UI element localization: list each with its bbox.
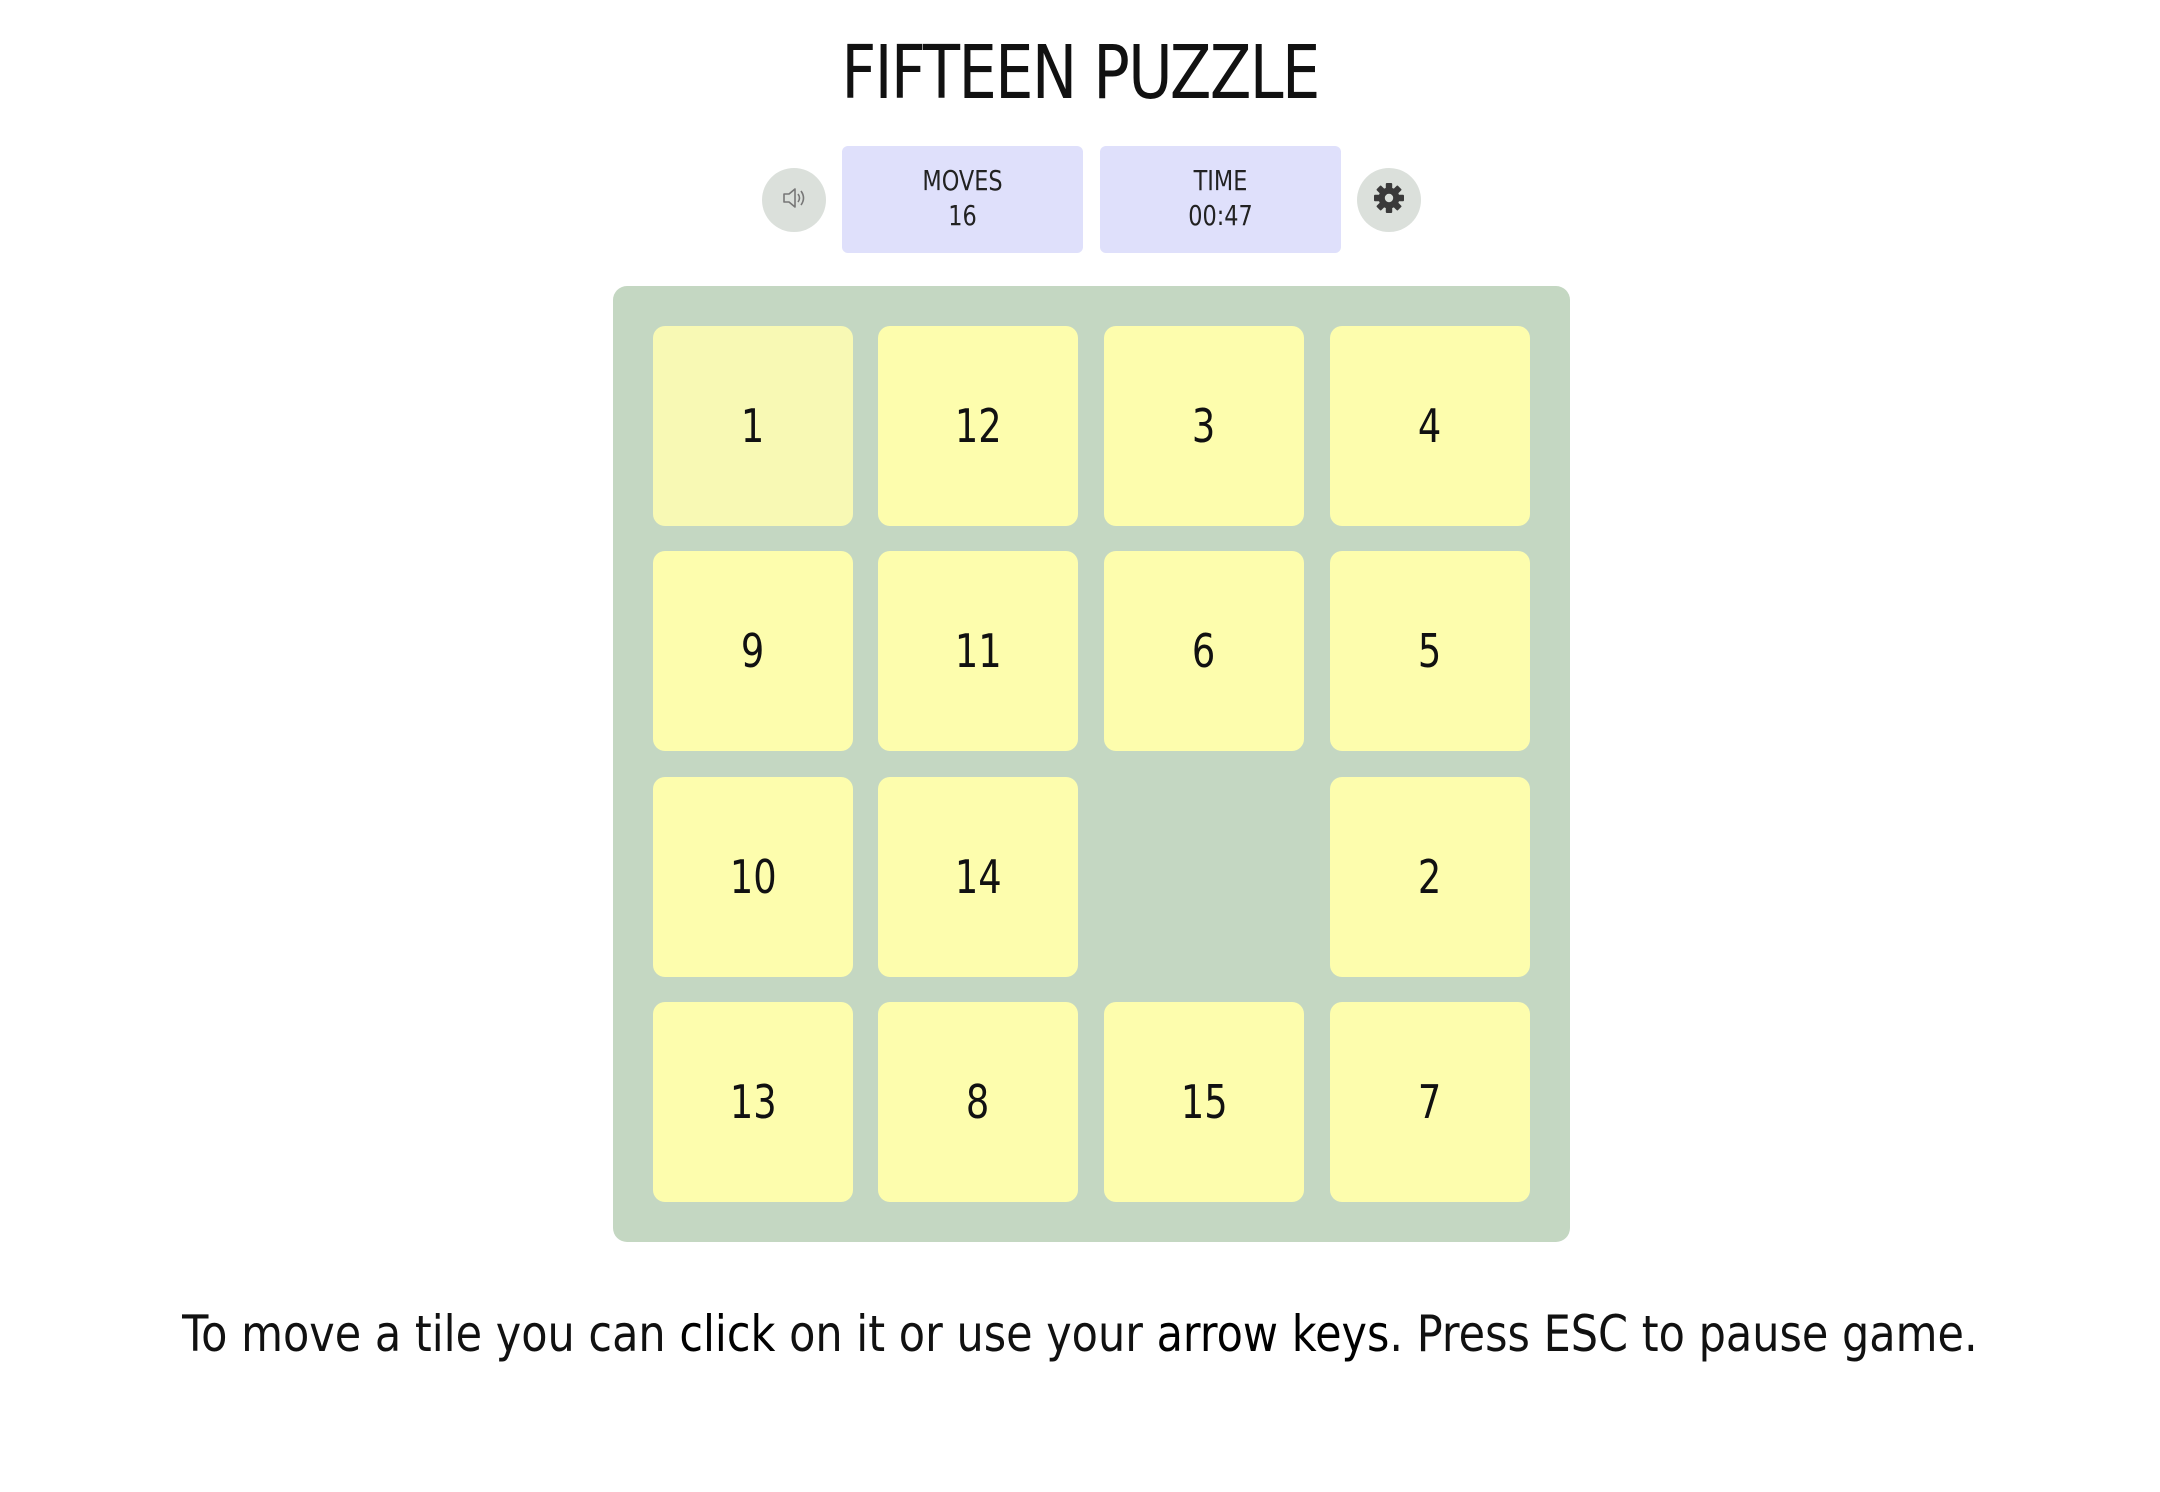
moves-label: MOVES [922,164,1003,197]
tile[interactable]: 12 [878,326,1078,526]
tile[interactable]: 3 [1104,326,1304,526]
puzzle-board: 1 12 3 4 9 11 6 5 10 14 2 13 8 15 7 [613,286,1570,1242]
tile[interactable]: 10 [653,777,853,977]
tile[interactable]: 11 [878,551,1078,751]
speaker-icon [779,183,809,217]
arrow-keys-keyword: arrow keys [1156,1305,1390,1363]
tile[interactable]: 2 [1330,777,1530,977]
time-counter: TIME 00:47 [1100,146,1341,253]
tile[interactable]: 14 [878,777,1078,977]
page-title: FIFTEEN PUZZLE [841,30,1320,116]
moves-counter: MOVES 16 [842,146,1083,253]
tile[interactable]: 9 [653,551,853,751]
tile[interactable]: 1 [653,326,853,526]
tile[interactable]: 5 [1330,551,1530,751]
tile[interactable]: 6 [1104,551,1304,751]
click-keyword: click [679,1305,776,1363]
tile[interactable]: 7 [1330,1002,1530,1202]
time-label: TIME [1193,164,1248,197]
game-page: FIFTEEN PUZZLE MOVES 16 TIME 00:47 1 12 … [0,0,2160,1492]
settings-button[interactable] [1357,168,1421,232]
time-value: 00:47 [1188,199,1253,232]
tile[interactable]: 4 [1330,326,1530,526]
tile[interactable]: 15 [1104,1002,1304,1202]
instructions-text: To move a tile you can click on it or us… [182,1305,1978,1363]
stats-bar: MOVES 16 TIME 00:47 [0,146,2160,253]
tile[interactable]: 8 [878,1002,1078,1202]
gear-icon [1372,181,1406,219]
tile[interactable]: 13 [653,1002,853,1202]
moves-value: 16 [948,199,977,232]
sound-toggle-button[interactable] [762,168,826,232]
